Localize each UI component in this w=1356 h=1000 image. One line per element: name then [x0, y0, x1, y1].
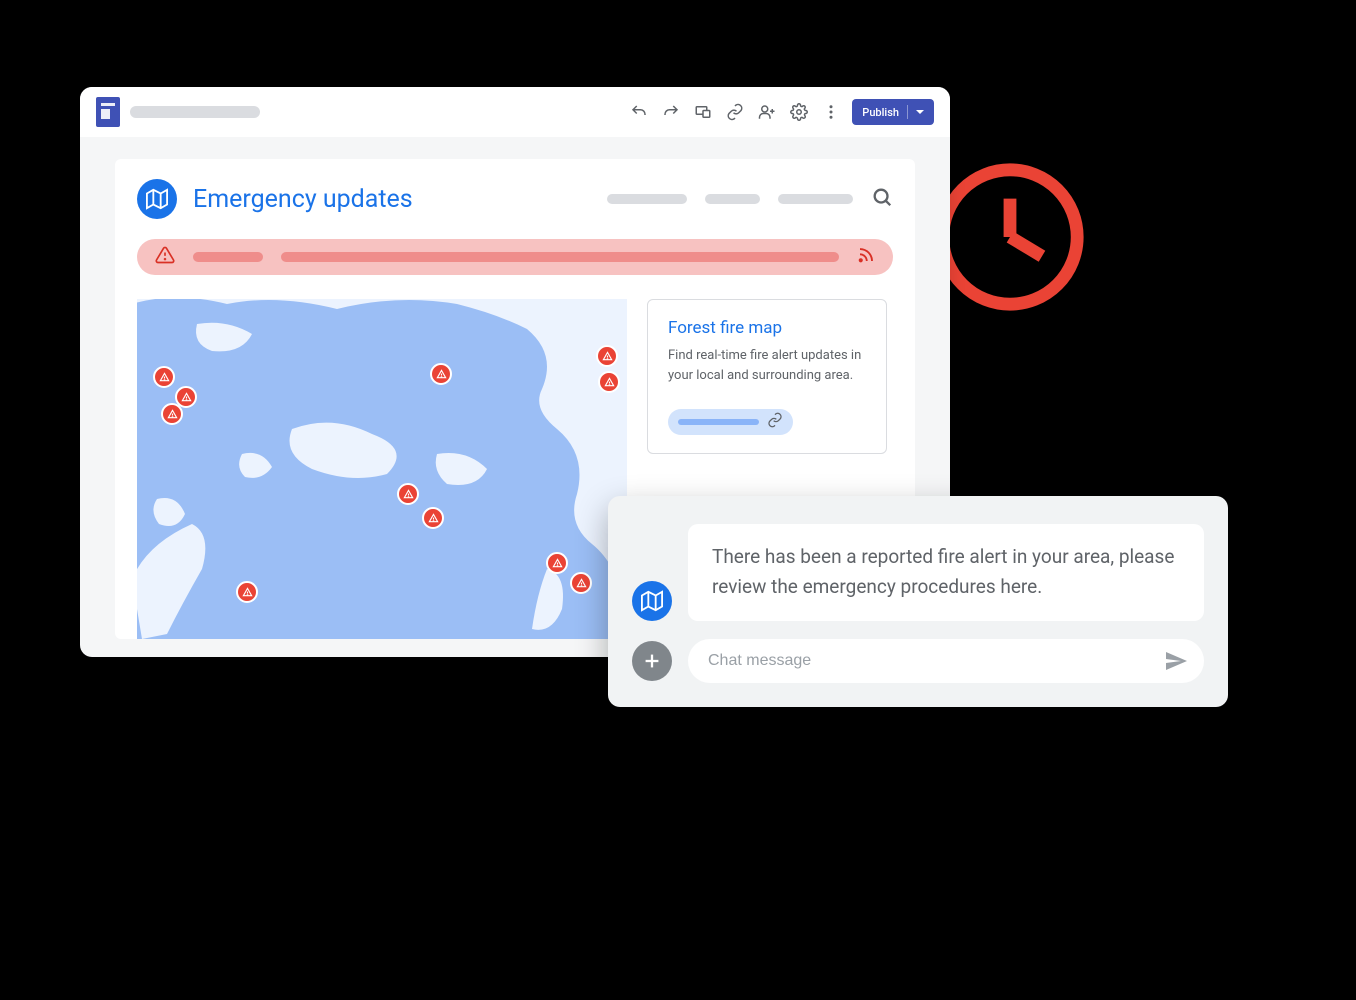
document-title-placeholder [130, 106, 260, 118]
fire-pin[interactable] [397, 483, 419, 505]
alert-banner [137, 239, 893, 275]
chat-message-row: There has been a reported fire alert in … [632, 524, 1204, 621]
page-header: Emergency updates [137, 179, 893, 219]
share-icon[interactable] [756, 101, 778, 123]
add-button[interactable] [632, 641, 672, 681]
chat-widget: There has been a reported fire alert in … [608, 496, 1228, 707]
settings-icon[interactable] [788, 101, 810, 123]
send-icon[interactable] [1164, 649, 1188, 673]
chat-bubble: There has been a reported fire alert in … [688, 524, 1204, 621]
chat-input-container [688, 639, 1204, 683]
fire-map[interactable] [137, 299, 627, 639]
undo-icon[interactable] [628, 101, 650, 123]
chat-avatar-map-icon [632, 581, 672, 621]
page-title: Emergency updates [193, 185, 413, 214]
warning-icon [155, 245, 175, 269]
nav-placeholders [607, 186, 893, 212]
chevron-down-icon [916, 110, 924, 114]
search-icon[interactable] [871, 186, 893, 212]
link-text-placeholder [678, 419, 759, 425]
card-title: Forest fire map [668, 318, 866, 338]
sites-app-icon [96, 97, 120, 127]
publish-button[interactable]: Publish [852, 99, 934, 125]
chat-message-input[interactable] [708, 652, 1164, 670]
redo-icon[interactable] [660, 101, 682, 123]
preview-icon[interactable] [692, 101, 714, 123]
fire-pin[interactable] [598, 371, 620, 393]
link-icon[interactable] [724, 101, 746, 123]
alert-text-placeholder [193, 252, 263, 262]
nav-item-placeholder [607, 194, 687, 204]
fire-pin[interactable] [161, 403, 183, 425]
chat-input-row [632, 639, 1204, 683]
toolbar: Publish [80, 87, 950, 137]
rss-icon[interactable] [857, 246, 875, 268]
fire-pin[interactable] [570, 572, 592, 594]
fire-pin[interactable] [546, 552, 568, 574]
publish-label: Publish [862, 106, 899, 119]
card-description: Find real-time fire alert updates in you… [668, 346, 866, 385]
more-icon[interactable] [820, 101, 842, 123]
clock-decoration [930, 157, 1090, 317]
fire-pin[interactable] [153, 366, 175, 388]
alert-text-placeholder [281, 252, 839, 262]
nav-item-placeholder [778, 194, 853, 204]
fire-pin[interactable] [422, 507, 444, 529]
link-chip[interactable] [668, 409, 793, 435]
fire-pin[interactable] [430, 363, 452, 385]
link-icon [767, 412, 783, 432]
map-icon [137, 179, 177, 219]
forest-fire-card: Forest fire map Find real-time fire aler… [647, 299, 887, 454]
fire-pin[interactable] [596, 345, 618, 367]
nav-item-placeholder [705, 194, 760, 204]
fire-pin[interactable] [236, 581, 258, 603]
